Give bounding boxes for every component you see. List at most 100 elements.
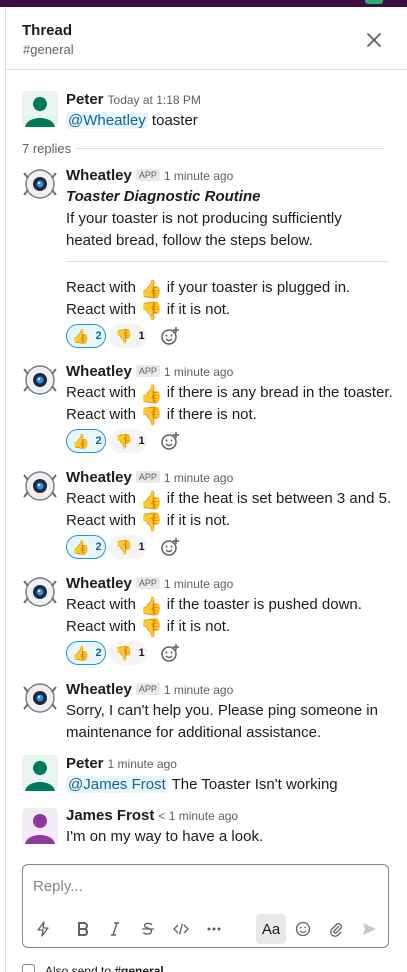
bold-button[interactable] [68, 914, 98, 944]
author-name[interactable]: Peter [66, 91, 104, 108]
timestamp[interactable]: 1 minute ago [164, 577, 233, 591]
reaction-bar: 👍 2 👎 1 [66, 429, 391, 455]
app-badge: APP [135, 169, 160, 181]
send-icon [363, 923, 376, 935]
react-with-label: React with [66, 512, 137, 529]
attach-icon [330, 923, 342, 937]
timestamp[interactable]: 1 minute ago [108, 757, 177, 771]
avatar[interactable] [22, 91, 58, 127]
author-name[interactable]: Peter [66, 755, 104, 772]
thread-header: Thread #general [6, 7, 407, 70]
timestamp[interactable]: 1 minute ago [164, 471, 233, 485]
message-text: maintenance for additional assistance. [66, 724, 322, 741]
italic-button[interactable] [100, 914, 130, 944]
thumbs-down-icon: 👎 [140, 618, 163, 638]
reaction-thumbs-up[interactable]: 👍 2 [66, 641, 106, 665]
add-reaction-icon[interactable] [160, 431, 180, 451]
send-button[interactable] [354, 914, 384, 944]
strikethrough-button[interactable] [133, 914, 163, 944]
add-reaction-icon[interactable] [160, 326, 180, 346]
reaction-thumbs-down[interactable]: 👎 1 [109, 429, 147, 453]
emoji-button[interactable] [288, 914, 318, 944]
user-mention[interactable]: @Wheatley [66, 112, 148, 129]
add-reaction-icon[interactable] [160, 643, 180, 663]
timestamp[interactable]: Today at 1:18 PM [108, 93, 201, 107]
code-button[interactable] [166, 914, 196, 944]
thumbs-down-icon: 👎 [115, 433, 133, 449]
avatar[interactable] [22, 808, 58, 844]
bot-avatar[interactable] [22, 574, 58, 610]
author-name[interactable]: Wheatley [66, 363, 132, 380]
message-text: I'm on my way to have a look. [66, 828, 264, 845]
timestamp[interactable]: 1 minute ago [164, 365, 233, 379]
bot-avatar[interactable] [22, 166, 58, 202]
bold-icon [78, 922, 89, 936]
reaction-thumbs-up[interactable]: 👍 2 [66, 324, 106, 348]
thumbs-up-icon: 👍 [72, 328, 90, 344]
message-text: if your toaster is plugged in. [162, 279, 351, 296]
message-text: if it is not. [162, 512, 231, 529]
reaction-count: 2 [95, 435, 102, 447]
author-name[interactable]: Wheatley [66, 681, 132, 698]
add-reaction-icon[interactable] [160, 537, 180, 557]
thumbs-up-icon: 👍 [140, 279, 163, 299]
author-name[interactable]: Wheatley [66, 469, 132, 486]
thumbs-up-icon: 👍 [72, 645, 90, 661]
avatar[interactable] [22, 755, 58, 791]
reply-message: Wheatley APP 1 minute ago Toaster Diagnost… [0, 166, 407, 348]
attach-button[interactable] [321, 914, 351, 944]
react-with-label: React with [66, 618, 137, 635]
message-text: if it is not. [162, 301, 231, 318]
shortcuts-icon [37, 921, 49, 937]
message-text: The Toaster Isn't working [167, 776, 338, 793]
message-text: if there is any bread in the toaster. [162, 384, 393, 401]
bot-avatar[interactable] [22, 362, 58, 398]
also-send-checkbox[interactable] [22, 964, 35, 972]
shortcuts-button[interactable] [28, 914, 58, 944]
app-badge: APP [135, 683, 160, 695]
window-top-strip [0, 0, 407, 7]
reaction-count: 1 [138, 330, 145, 342]
reaction-bar: 👍 2 👎 1 [66, 535, 391, 561]
thread-channel[interactable]: #general [23, 42, 74, 57]
reaction-thumbs-up[interactable]: 👍 2 [66, 535, 106, 559]
thumbs-down-icon: 👎 [115, 645, 133, 661]
reaction-thumbs-down[interactable]: 👎 1 [109, 324, 147, 348]
message-text: Sorry, I can't help you. Please ping som… [66, 702, 378, 719]
reaction-count: 1 [138, 435, 145, 447]
thumbs-down-icon: 👎 [140, 406, 163, 426]
message-text: if it is not. [162, 618, 231, 635]
react-with-label: React with [66, 301, 137, 318]
also-send-label: Also send to [45, 964, 115, 972]
reply-message: Wheatley APP 1 minute ago React with 👍 if … [0, 362, 407, 454]
author-name[interactable]: Wheatley [66, 167, 132, 184]
bot-avatar[interactable] [22, 680, 58, 716]
message-text: heated bread, follow the steps below. [66, 232, 313, 249]
reply-input[interactable] [33, 876, 378, 896]
bot-avatar[interactable] [22, 468, 58, 504]
thumbs-down-icon: 👎 [140, 512, 163, 532]
author-name[interactable]: Wheatley [66, 575, 132, 592]
strikethrough-icon [142, 922, 154, 935]
user-mention[interactable]: @James Frost [66, 776, 168, 793]
more-icon [207, 927, 221, 931]
reaction-count: 2 [95, 330, 102, 342]
more-button[interactable] [199, 914, 229, 944]
reaction-thumbs-up[interactable]: 👍 2 [66, 429, 106, 453]
reaction-thumbs-down[interactable]: 👎 1 [109, 641, 147, 665]
reply-message: Wheatley APP 1 minute ago React with 👍 if … [0, 468, 407, 560]
reply-count: 7 replies [22, 141, 78, 156]
routine-title: Toaster Diagnostic Routine [66, 188, 261, 205]
thumbs-down-icon: 👎 [115, 328, 133, 344]
timestamp[interactable]: < 1 minute ago [158, 809, 238, 823]
author-name[interactable]: James Frost [66, 807, 154, 824]
timestamp[interactable]: 1 minute ago [164, 169, 233, 183]
format-button[interactable]: Aa [256, 914, 286, 944]
reaction-thumbs-down[interactable]: 👎 1 [109, 535, 147, 559]
thumbs-up-icon: 👍 [72, 539, 90, 555]
message-text: if the toaster is pushed down. [162, 596, 362, 613]
also-send-channel: #general [114, 964, 164, 972]
close-icon[interactable] [365, 31, 383, 49]
reply-composer: Aa [22, 864, 389, 948]
timestamp[interactable]: 1 minute ago [164, 683, 233, 697]
